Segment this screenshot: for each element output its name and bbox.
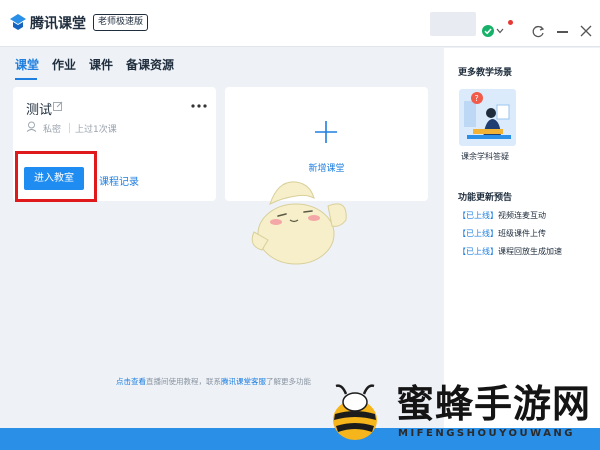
class-history-link[interactable]: 课程记录 — [99, 173, 139, 188]
update-text: 视频连麦互动 — [498, 211, 546, 220]
watermark-subtitle: MIFENGSHOUYOUWANG — [398, 428, 576, 439]
update-text: 课程回放生成加速 — [498, 247, 562, 256]
tab-classroom[interactable]: 课堂 — [15, 56, 39, 73]
app-title: 腾讯课堂 — [30, 16, 86, 32]
update-text: 班级课件上传 — [498, 229, 546, 238]
svg-text:?: ? — [475, 94, 479, 103]
verified-check-icon[interactable] — [482, 25, 494, 37]
more-options-icon[interactable] — [191, 104, 207, 108]
user-account-area[interactable] — [430, 12, 476, 36]
help-text: 点击查看直播间使用教程，联系腾讯课堂客服了解更多功能 — [116, 376, 311, 387]
chevron-down-icon[interactable] — [496, 28, 504, 34]
refresh-icon[interactable] — [532, 25, 545, 38]
title-bar: 腾讯课堂 老师极速版 — [0, 0, 600, 47]
qa-scene-thumbnail[interactable]: ? — [459, 89, 516, 146]
right-sidebar: 更多教学场景 ? 课余学科答疑 功能更新预告 【已上线】视频连麦互动 【已上线】… — [444, 48, 600, 428]
update-tag: 【已上线】 — [458, 211, 498, 220]
edition-badge: 老师极速版 — [93, 14, 149, 31]
update-item[interactable]: 【已上线】视频连麦互动 — [458, 210, 546, 221]
site-watermark: 蜜蜂手游网 MIFENGSHOUYOUWANG — [320, 380, 600, 450]
help-text-end: 了解更多功能 — [266, 377, 311, 386]
plus-icon — [315, 121, 337, 143]
enter-classroom-button[interactable]: 进入教室 — [24, 167, 84, 190]
view-tutorial-link[interactable]: 点击查看 — [116, 377, 146, 386]
close-icon[interactable] — [580, 25, 592, 37]
scene-label[interactable]: 课余学科答疑 — [461, 151, 509, 162]
class-name: 测试 — [26, 103, 53, 118]
update-tag: 【已上线】 — [458, 229, 498, 238]
last-class-count: 上过1次课 — [75, 125, 117, 135]
help-text-middle: 直播间使用教程，联系 — [146, 377, 221, 386]
tab-prep-resources[interactable]: 备课资源 — [126, 56, 174, 73]
update-item[interactable]: 【已上线】班级课件上传 — [458, 228, 546, 239]
customer-service-link[interactable]: 腾讯课堂客服 — [221, 377, 266, 386]
privacy-label: 私密 — [43, 125, 62, 135]
mascot-illustration — [251, 181, 347, 265]
more-scenes-title: 更多教学场景 — [458, 68, 513, 78]
feature-updates-title: 功能更新预告 — [458, 193, 513, 203]
add-class-label: 新增课堂 — [308, 164, 345, 174]
tencent-classroom-logo-icon — [10, 14, 26, 30]
minimize-icon[interactable] — [557, 31, 568, 33]
meta-divider — [69, 123, 70, 133]
edit-icon[interactable] — [53, 101, 63, 111]
notification-dot — [508, 20, 513, 25]
watermark-title: 蜜蜂手游网 — [396, 382, 592, 426]
person-icon — [26, 121, 37, 132]
class-card: 测试 私密 上过1次课 进入教室 课程记录 — [13, 87, 216, 202]
bee-logo-icon — [333, 384, 377, 440]
active-tab-indicator — [15, 78, 37, 80]
tab-courseware[interactable]: 课件 — [89, 56, 113, 73]
update-item[interactable]: 【已上线】课程回放生成加速 — [458, 246, 562, 257]
tab-homework[interactable]: 作业 — [52, 56, 76, 73]
update-tag: 【已上线】 — [458, 247, 498, 256]
